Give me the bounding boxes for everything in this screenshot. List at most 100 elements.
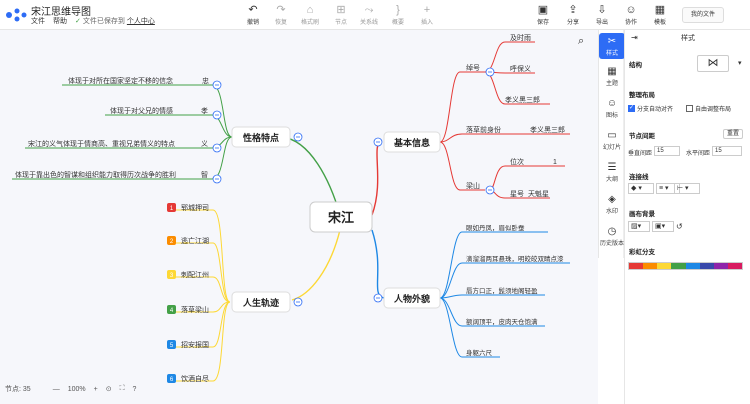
relation-label: 关系线 bbox=[359, 20, 378, 26]
format-painter-button[interactable]: ⌂ 格式刷 bbox=[295, 4, 325, 28]
reset-background-icon[interactable]: ↺ bbox=[676, 222, 683, 231]
share-button[interactable]: ⇪ 分享 bbox=[560, 4, 586, 28]
info-nickname-item[interactable]: 呼保义 bbox=[510, 64, 531, 73]
sidebar-item-outline[interactable]: ☰ 大纲 bbox=[599, 162, 625, 183]
template-button[interactable]: ▦ 模板 bbox=[647, 4, 673, 28]
branch-line-look bbox=[371, 229, 385, 299]
style-panel: ⇥ 样式 结构 整理布局 节点间距 连接线 画布背景 彩虹分支 bbox=[624, 30, 750, 404]
my-files-button[interactable]: 我的文件 bbox=[682, 7, 724, 23]
image-icon: ▣ bbox=[655, 223, 662, 230]
redo-button[interactable]: ↷ 恢复 bbox=[266, 4, 296, 28]
summary-icon: } bbox=[396, 4, 400, 16]
info-line bbox=[439, 141, 461, 191]
look-item[interactable]: 身躯六尺 bbox=[466, 348, 493, 357]
save-button[interactable]: ▣ 保存 bbox=[530, 4, 556, 28]
rainbow-branch-selector[interactable] bbox=[628, 262, 743, 270]
history-icon: ◷ bbox=[607, 226, 617, 237]
help-icon[interactable]: ? bbox=[132, 386, 136, 393]
path-item[interactable]: 饮酒自尽 bbox=[181, 374, 209, 383]
rainbow-swatch bbox=[629, 263, 644, 269]
undo-icon: ↶ bbox=[248, 4, 258, 16]
look-item[interactable]: 滴溜溜两耳悬珠，明皎皎双睛点漆 bbox=[466, 254, 564, 263]
look-item[interactable]: 眼如丹凤，眉似卧蚕 bbox=[466, 223, 525, 232]
sidebar-watermark-label: 水印 bbox=[605, 209, 618, 215]
info-rank-value[interactable]: 1 bbox=[553, 159, 557, 166]
share-label: 分享 bbox=[566, 20, 579, 26]
sidebar-item-history[interactable]: ◷ 历史版本 bbox=[599, 226, 625, 247]
info-liangshan-label[interactable]: 梁山 bbox=[466, 181, 480, 190]
trait-tag[interactable]: 义 bbox=[201, 140, 208, 148]
export-button[interactable]: ⇩ 导出 bbox=[589, 4, 615, 28]
relation-line-button[interactable]: ⤳ 关系线 bbox=[354, 4, 384, 28]
h-spacing-input[interactable]: 15 bbox=[712, 146, 742, 156]
sidebar-item-watermark[interactable]: ◈ 水印 bbox=[599, 194, 625, 215]
node-count: 35 bbox=[22, 386, 31, 393]
trait-tag[interactable]: 忠 bbox=[202, 77, 209, 85]
search-icon[interactable]: ⌕ bbox=[578, 35, 584, 48]
trait-tag[interactable]: 孝 bbox=[201, 107, 208, 115]
info-star-label[interactable]: 星号 bbox=[510, 190, 524, 198]
info-nickname-item[interactable]: 及时雨 bbox=[510, 33, 531, 42]
sidebar-item-theme[interactable]: ▦ 主题 bbox=[599, 66, 625, 87]
sidebar-item-style[interactable]: ✂ 样式 bbox=[599, 33, 625, 59]
info-nickname-item[interactable]: 孝义黑三郎 bbox=[505, 95, 540, 104]
insert-button[interactable]: + 插入 bbox=[412, 4, 442, 28]
bg-image-select[interactable]: ▣▾ bbox=[652, 221, 674, 232]
info-rank-label[interactable]: 位次 bbox=[510, 157, 524, 166]
look-item[interactable]: 唇方口正，髭须地阁轻盈 bbox=[466, 286, 538, 295]
node-button[interactable]: ⊞ 节点 bbox=[326, 4, 356, 28]
trait-tag[interactable]: 智 bbox=[201, 170, 208, 179]
menu-help[interactable]: 帮助 bbox=[53, 16, 67, 26]
chevron-down-icon[interactable]: ▾ bbox=[738, 59, 742, 67]
rainbow-swatch bbox=[727, 263, 742, 269]
rainbow-label: 彩虹分支 bbox=[629, 249, 655, 256]
zoom-out-icon[interactable]: — bbox=[53, 386, 60, 393]
path-item[interactable]: 招安报国 bbox=[181, 340, 209, 349]
collab-label: 协作 bbox=[624, 20, 637, 26]
rainbow-swatch bbox=[643, 263, 658, 269]
info-before-label[interactable]: 落草前身份 bbox=[466, 125, 501, 134]
info-star-value[interactable]: 天魁星 bbox=[528, 189, 549, 198]
v-spacing-input[interactable]: 15 bbox=[654, 146, 680, 156]
collab-button[interactable]: ☺ 协作 bbox=[618, 4, 644, 28]
trait-text[interactable]: 体现于对所在国家坚定不移的信念 bbox=[68, 76, 173, 85]
summary-button[interactable]: } 概要 bbox=[383, 4, 413, 28]
auto-align-checkbox[interactable]: ✓ 分支自动对齐 bbox=[628, 104, 673, 113]
fullscreen-icon[interactable]: ⛶ bbox=[120, 385, 125, 393]
info-before-value[interactable]: 孝义黑三郎 bbox=[530, 125, 565, 134]
info-line bbox=[489, 165, 565, 191]
line-style-select[interactable]: ⊢ ▾ bbox=[674, 183, 700, 194]
menu-file[interactable]: 文件 bbox=[31, 16, 45, 26]
locate-icon[interactable]: ⊙ bbox=[106, 385, 112, 393]
sidebar-history-label: 历史版本 bbox=[599, 241, 624, 247]
path-item[interactable]: 郓城押司 bbox=[181, 203, 209, 212]
trait-text[interactable]: 宋江的义气体现于情商高、重视兄弟情义的特点 bbox=[28, 139, 175, 148]
info-line bbox=[439, 71, 461, 143]
look-item[interactable]: 额阔顶平，皮肉天仓饱满 bbox=[466, 317, 538, 326]
redo-icon: ↷ bbox=[276, 4, 286, 16]
zoom-in-icon[interactable]: + bbox=[94, 386, 98, 393]
sidebar-item-slideshow[interactable]: ▭ 幻灯片 bbox=[599, 130, 625, 151]
spacing-label: 节点间距 bbox=[629, 133, 655, 140]
structure-selector[interactable]: ⋈ bbox=[697, 55, 729, 72]
trait-text[interactable]: 体现于对父兄的情感 bbox=[110, 106, 173, 115]
watermark-icon: ◈ bbox=[608, 194, 616, 205]
free-layout-checkbox[interactable]: 自由调整布局 bbox=[686, 104, 731, 113]
info-nickname-label[interactable]: 绰号 bbox=[466, 63, 480, 72]
line-color-select[interactable]: ◆ ▾ bbox=[628, 183, 654, 194]
path-item[interactable]: 落草梁山 bbox=[181, 305, 209, 314]
plus-icon: + bbox=[423, 4, 431, 16]
branch-line-path bbox=[291, 229, 341, 301]
path-item[interactable]: 刺配江州 bbox=[181, 270, 209, 279]
undo-button[interactable]: ↶ 撤销 bbox=[238, 4, 268, 28]
trait-text[interactable]: 体现于靠出色的智谋和组织能力取得历次战争的胜利 bbox=[15, 170, 176, 179]
sidebar-item-icon[interactable]: ☺ 图标 bbox=[599, 98, 625, 119]
path-item[interactable]: 逃亡江湖 bbox=[181, 236, 209, 245]
format-painter-icon: ⌂ bbox=[306, 4, 314, 16]
rainbow-swatch bbox=[657, 263, 672, 269]
bg-color-select[interactable]: ▨▾ bbox=[628, 221, 650, 232]
personal-center-link[interactable]: 个人中心 bbox=[127, 16, 155, 26]
template-icon: ▦ bbox=[654, 4, 666, 16]
reset-button[interactable]: 重置 bbox=[723, 129, 743, 139]
panel-title: 样式 bbox=[681, 35, 695, 42]
